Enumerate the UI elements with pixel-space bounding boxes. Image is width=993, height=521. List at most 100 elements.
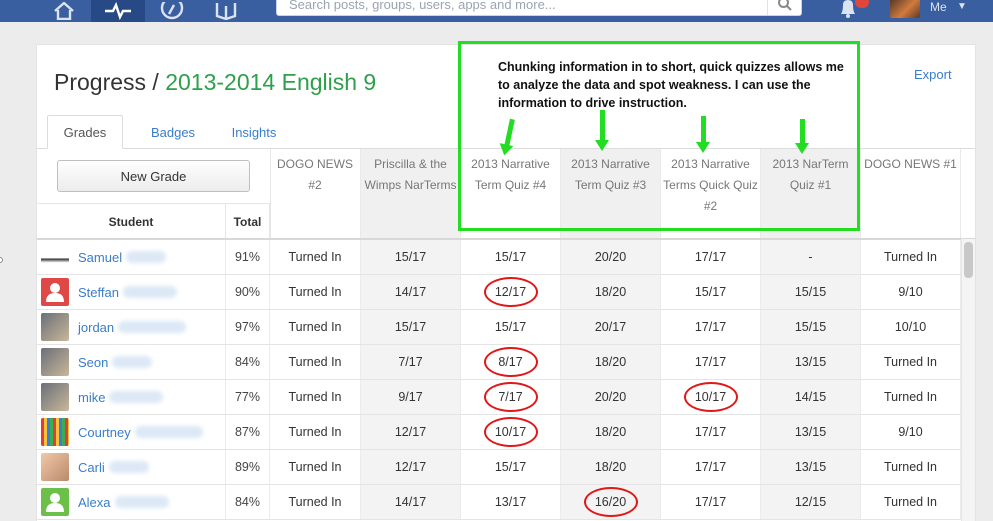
grade-cell[interactable]: Turned In bbox=[861, 345, 961, 379]
student-cell[interactable]: Samuel bbox=[37, 240, 226, 274]
arrow-down-icon bbox=[595, 110, 609, 151]
grade-cell[interactable]: Turned In bbox=[270, 345, 361, 379]
grade-cell[interactable]: Turned In bbox=[861, 450, 961, 484]
student-cell[interactable]: Carli bbox=[37, 450, 226, 484]
grade-cell[interactable]: 18/20 bbox=[561, 415, 661, 449]
course-name[interactable]: 2013-2014 English 9 bbox=[165, 69, 376, 95]
student-name[interactable]: Seon bbox=[78, 355, 108, 370]
grade-cell[interactable]: 10/17 bbox=[461, 415, 561, 449]
grade-cell[interactable]: 15/17 bbox=[361, 310, 461, 344]
student-name[interactable]: Steffan bbox=[78, 285, 119, 300]
grade-cell[interactable]: 20/17 bbox=[561, 310, 661, 344]
grade-cell[interactable]: 14/17 bbox=[361, 275, 461, 309]
tab-grades[interactable]: Grades bbox=[47, 115, 123, 149]
grade-cell[interactable]: 14/17 bbox=[361, 485, 461, 519]
assignment-header[interactable]: DOGO NEWS #1 bbox=[861, 149, 961, 239]
grade-cell[interactable]: 13/17 bbox=[461, 485, 561, 519]
scrollbar-thumb[interactable] bbox=[964, 242, 973, 278]
grade-cell[interactable]: 10/17 bbox=[661, 380, 761, 414]
grade-cell[interactable]: 16/20 bbox=[561, 485, 661, 519]
grade-cell[interactable]: Turned In bbox=[270, 310, 361, 344]
student-cell[interactable]: Seon bbox=[37, 345, 226, 379]
grade-cell[interactable]: Turned In bbox=[270, 240, 361, 274]
grade-cell[interactable]: Turned In bbox=[270, 380, 361, 414]
user-menu-label[interactable]: Me bbox=[930, 0, 947, 14]
grade-cell[interactable]: 17/17 bbox=[661, 310, 761, 344]
grade-cell[interactable]: 17/17 bbox=[661, 450, 761, 484]
tab-insights[interactable]: Insights bbox=[217, 115, 291, 149]
grade-cell[interactable]: Turned In bbox=[270, 415, 361, 449]
search-box[interactable]: Search posts, groups, users, apps and mo… bbox=[276, 0, 802, 16]
grade-cell[interactable]: 9/17 bbox=[361, 380, 461, 414]
grade-cell[interactable]: 17/17 bbox=[661, 485, 761, 519]
table-row: Courtney 87% Turned In 12/17 10/17 18/20 17/17… bbox=[37, 415, 961, 450]
redacted-surname bbox=[134, 426, 203, 438]
grade-cell[interactable]: 18/20 bbox=[561, 275, 661, 309]
export-link[interactable]: Export bbox=[914, 67, 952, 82]
grade-cell[interactable]: Turned In bbox=[270, 275, 361, 309]
student-cell[interactable]: jordan bbox=[37, 310, 226, 344]
activity-nav-button[interactable] bbox=[91, 0, 145, 22]
redacted-surname bbox=[112, 356, 153, 368]
grade-cell[interactable]: - bbox=[761, 240, 861, 274]
student-name[interactable]: mike bbox=[78, 390, 105, 405]
grade-cell[interactable]: Turned In bbox=[861, 380, 961, 414]
student-cell[interactable]: Alexa bbox=[37, 485, 226, 519]
total-column-header[interactable]: Total bbox=[226, 203, 270, 239]
assignment-header[interactable]: DOGO NEWS #2 bbox=[270, 149, 361, 239]
grade-cell[interactable]: 17/17 bbox=[661, 240, 761, 274]
grade-cell[interactable]: 20/20 bbox=[561, 380, 661, 414]
grade-cell[interactable]: 15/15 bbox=[761, 275, 861, 309]
grade-cell[interactable]: 15/17 bbox=[661, 275, 761, 309]
student-name[interactable]: Carli bbox=[78, 460, 105, 475]
discover-nav-button[interactable] bbox=[145, 0, 199, 22]
grade-cell[interactable]: 15/17 bbox=[461, 240, 561, 274]
grade-cell[interactable]: 10/10 bbox=[861, 310, 961, 344]
grade-cell[interactable]: 18/20 bbox=[561, 450, 661, 484]
student-name[interactable]: jordan bbox=[78, 320, 114, 335]
grade-cell[interactable]: 9/10 bbox=[861, 275, 961, 309]
table-scrollbar[interactable] bbox=[961, 239, 975, 521]
grade-cell[interactable]: 12/15 bbox=[761, 485, 861, 519]
grade-cell[interactable]: 12/17 bbox=[461, 275, 561, 309]
grade-cell[interactable]: 7/17 bbox=[361, 345, 461, 379]
grade-cell[interactable]: 13/15 bbox=[761, 450, 861, 484]
grade-cell[interactable]: 17/17 bbox=[661, 345, 761, 379]
grade-cell[interactable]: 12/17 bbox=[361, 415, 461, 449]
grade-cell[interactable]: Turned In bbox=[861, 485, 961, 519]
grade-cell[interactable]: 14/15 bbox=[761, 380, 861, 414]
grade-cell[interactable]: 12/17 bbox=[361, 450, 461, 484]
grade-cell[interactable]: 15/17 bbox=[361, 240, 461, 274]
backpack-nav-button[interactable] bbox=[199, 0, 253, 22]
grade-cell[interactable]: 8/17 bbox=[461, 345, 561, 379]
grade-cell[interactable]: 15/15 bbox=[761, 310, 861, 344]
grade-cell[interactable]: Turned In bbox=[861, 240, 961, 274]
student-cell[interactable]: Steffan bbox=[37, 275, 226, 309]
student-name[interactable]: Courtney bbox=[78, 425, 131, 440]
grade-cell[interactable]: 15/17 bbox=[461, 450, 561, 484]
grade-cell[interactable]: Turned In bbox=[270, 485, 361, 519]
student-cell[interactable]: Courtney bbox=[37, 415, 226, 449]
student-cell[interactable]: mike bbox=[37, 380, 226, 414]
user-avatar[interactable] bbox=[890, 0, 920, 18]
grade-cell[interactable]: 13/15 bbox=[761, 345, 861, 379]
grade-cell[interactable]: 7/17 bbox=[461, 380, 561, 414]
grade-cell[interactable]: 13/15 bbox=[761, 415, 861, 449]
grade-cell[interactable]: Turned In bbox=[270, 450, 361, 484]
book-icon bbox=[215, 3, 237, 20]
grade-cell[interactable]: 18/20 bbox=[561, 345, 661, 379]
student-name[interactable]: Samuel bbox=[78, 250, 122, 265]
assignment-header[interactable]: Priscilla & the Wimps NarTerms bbox=[361, 149, 461, 239]
grade-cell[interactable]: 17/17 bbox=[661, 415, 761, 449]
student-name[interactable]: Alexa bbox=[78, 495, 111, 510]
student-column-header[interactable]: Student bbox=[37, 203, 226, 239]
tab-badges[interactable]: Badges bbox=[135, 115, 211, 149]
search-input[interactable]: Search posts, groups, users, apps and mo… bbox=[289, 0, 556, 12]
grade-cell[interactable]: 9/10 bbox=[861, 415, 961, 449]
chevron-down-icon[interactable]: ▼ bbox=[957, 1, 967, 12]
home-nav-button[interactable] bbox=[37, 0, 91, 22]
grade-cell[interactable]: 20/20 bbox=[561, 240, 661, 274]
grade-cell[interactable]: 15/17 bbox=[461, 310, 561, 344]
search-button[interactable] bbox=[767, 0, 801, 15]
new-grade-button[interactable]: New Grade bbox=[57, 160, 250, 192]
